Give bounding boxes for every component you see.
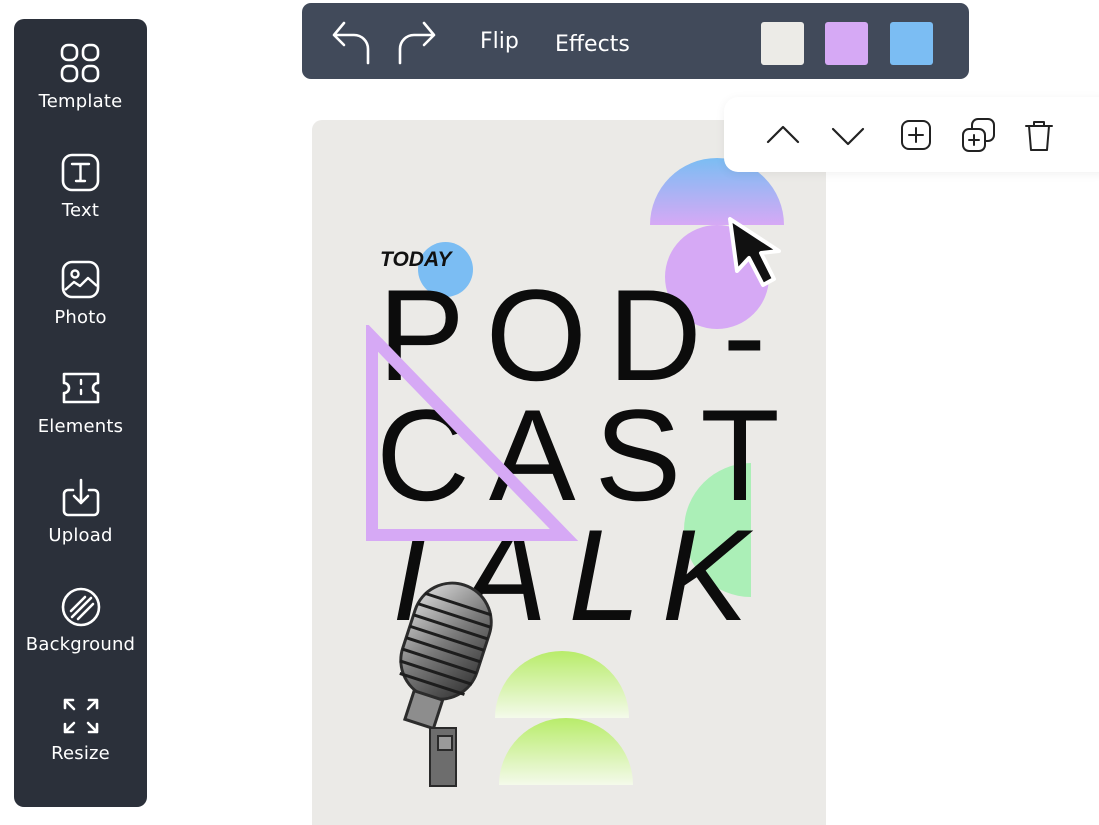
sidebar-item-label: Background xyxy=(25,634,136,655)
lime-semicircle-shape[interactable] xyxy=(499,718,633,785)
sidebar-item-label: Template xyxy=(38,91,123,112)
sidebar-item-text[interactable]: Text xyxy=(14,150,147,250)
color-swatch-purple[interactable] xyxy=(825,22,868,65)
resize-icon xyxy=(63,698,98,734)
sidebar-item-resize[interactable]: Resize xyxy=(14,693,147,793)
redo-icon[interactable] xyxy=(392,17,440,65)
upload-icon xyxy=(62,478,99,517)
color-swatch-blue[interactable] xyxy=(890,22,933,65)
sidebar-item-elements[interactable]: Elements xyxy=(14,366,147,466)
trash-icon[interactable] xyxy=(1020,117,1058,155)
effects-button[interactable]: Effects xyxy=(555,32,630,57)
top-toolbar: Flip Effects xyxy=(302,3,969,79)
sidebar-item-label: Photo xyxy=(54,307,107,328)
photo-icon xyxy=(61,260,99,299)
object-toolbar xyxy=(724,97,1099,172)
sidebar-item-label: Upload xyxy=(48,525,113,546)
add-icon[interactable] xyxy=(897,117,935,155)
chevron-up-icon[interactable] xyxy=(764,117,802,155)
sidebar: Template Text Photo Elements Upload Back… xyxy=(14,19,147,807)
sidebar-item-upload[interactable]: Upload xyxy=(14,475,147,575)
sidebar-item-label: Elements xyxy=(37,416,124,437)
sidebar-item-label: Resize xyxy=(51,743,110,764)
text-icon xyxy=(61,153,99,192)
undo-icon[interactable] xyxy=(328,17,376,65)
purple-triangle-outline-shape[interactable] xyxy=(364,325,584,547)
template-grid-icon xyxy=(60,43,99,83)
duplicate-icon[interactable] xyxy=(959,117,997,155)
color-swatch-light[interactable] xyxy=(761,22,804,65)
chevron-down-icon[interactable] xyxy=(829,117,867,155)
mouse-cursor-icon xyxy=(728,217,781,287)
microphone-image[interactable] xyxy=(386,578,516,788)
sidebar-item-background[interactable]: Background xyxy=(14,584,147,684)
sidebar-item-photo[interactable]: Photo xyxy=(14,257,147,357)
sidebar-item-template[interactable]: Template xyxy=(14,41,147,141)
background-icon xyxy=(61,587,100,627)
elements-icon xyxy=(62,372,99,404)
flip-button[interactable]: Flip xyxy=(480,29,519,54)
sidebar-item-label: Text xyxy=(61,200,100,221)
